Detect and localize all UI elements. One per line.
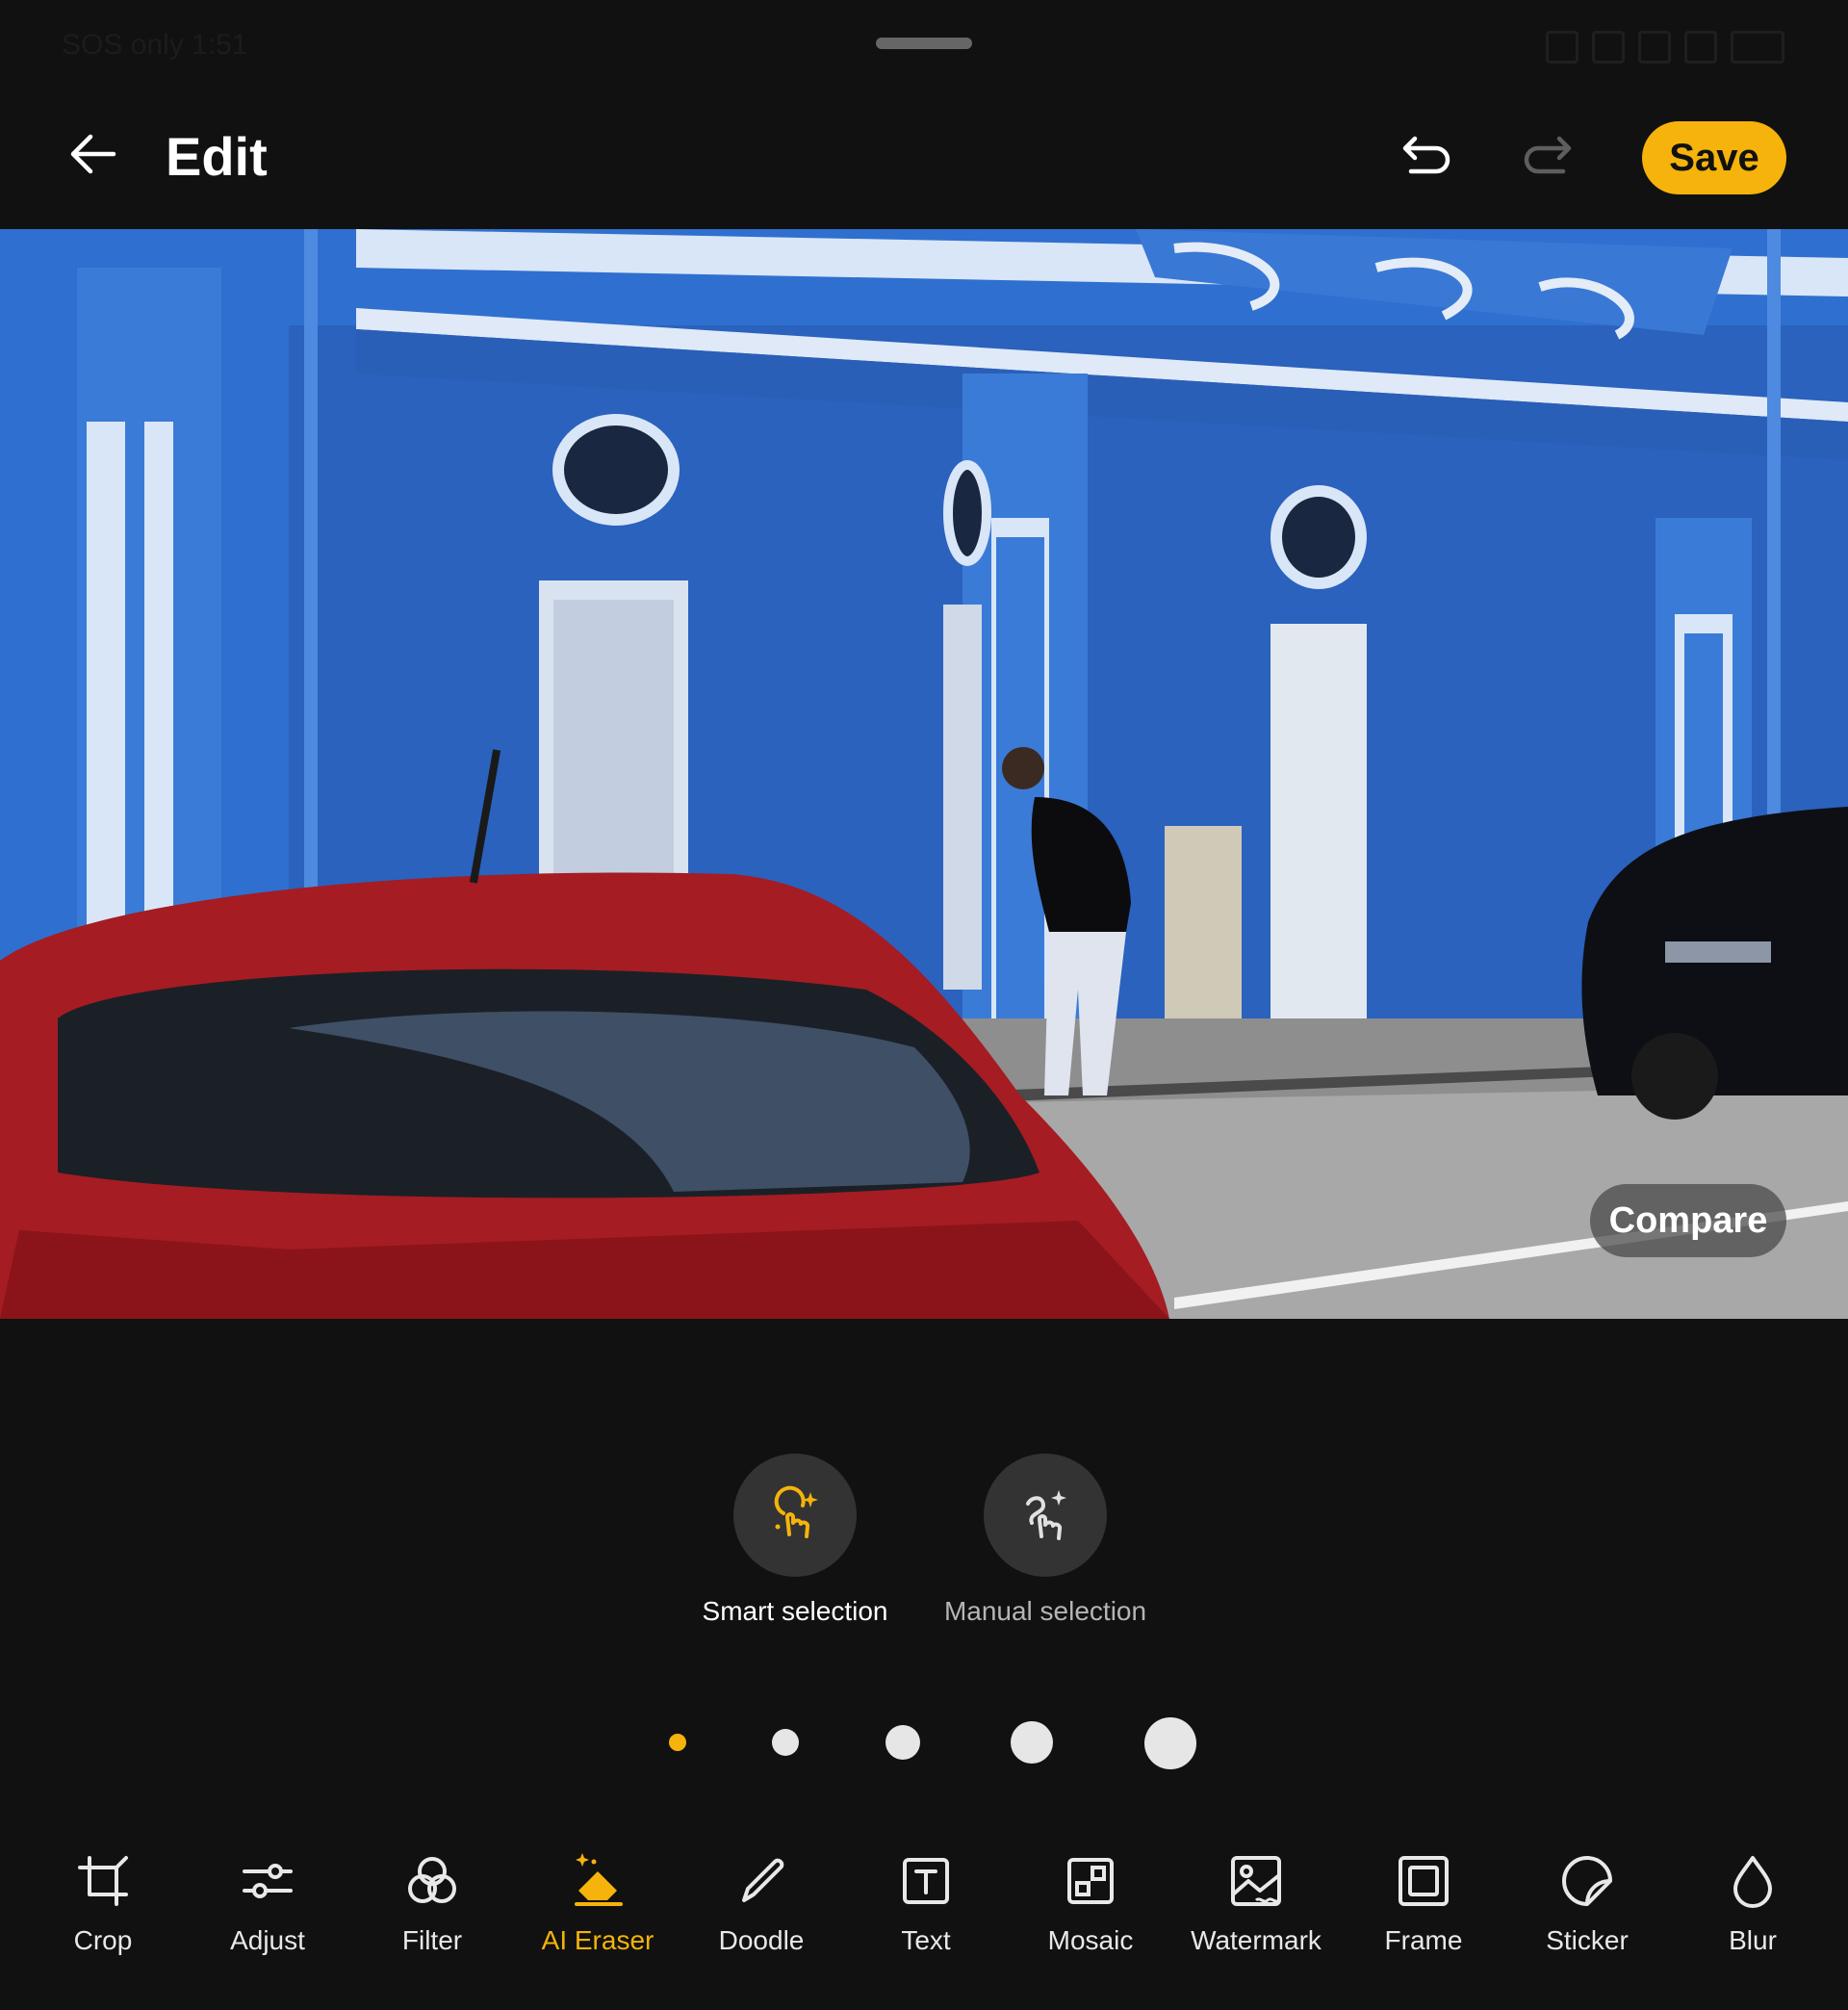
sim-icon [1684, 31, 1717, 64]
sticker-icon [1562, 1856, 1612, 1906]
tool-adjust[interactable]: Adjust [186, 1850, 349, 1956]
street-photo [0, 229, 1848, 1319]
redo-button[interactable] [1513, 125, 1582, 187]
save-button[interactable]: Save [1642, 121, 1786, 194]
arrow-left-icon [70, 134, 116, 174]
nfc-icon [1546, 31, 1578, 64]
manual-selection-icon [1026, 1490, 1066, 1540]
battery-icon [1731, 31, 1784, 64]
brush-size-4[interactable] [1011, 1721, 1053, 1764]
tool-crop[interactable]: Crop [21, 1850, 185, 1956]
watermark-icon [1231, 1856, 1281, 1906]
brush-size-1[interactable] [669, 1734, 686, 1751]
undo-button[interactable] [1392, 125, 1461, 187]
wifi-icon [1638, 31, 1671, 64]
editor-header: Edit Save [0, 96, 1848, 229]
tool-mosaic[interactable]: Mosaic [1009, 1850, 1172, 1956]
filter-icon [408, 1857, 456, 1903]
adjust-icon [243, 1864, 293, 1898]
undo-icon [1402, 136, 1450, 174]
status-left-text: SOS only 1:51 [62, 29, 248, 61]
manual-selection-button[interactable] [984, 1454, 1107, 1577]
brush-size-2[interactable] [772, 1729, 799, 1756]
tool-adjust-label: Adjust [230, 1925, 305, 1955]
status-icons [1546, 31, 1784, 64]
tool-sticker[interactable]: Sticker [1505, 1850, 1669, 1956]
tool-ai-eraser[interactable]: AI Eraser [516, 1850, 680, 1956]
drag-handle[interactable] [876, 38, 972, 49]
tool-frame[interactable]: Frame [1342, 1850, 1505, 1956]
back-button[interactable] [58, 119, 127, 189]
tool-watermark-label: Watermark [1191, 1925, 1322, 1955]
tool-mosaic-label: Mosaic [1047, 1925, 1134, 1955]
ai-eraser-icon [575, 1853, 623, 1906]
tool-crop-label: Crop [73, 1925, 133, 1955]
tool-sticker-label: Sticker [1546, 1925, 1629, 1955]
brush-size-3[interactable] [886, 1725, 920, 1760]
tool-doodle-label: Doodle [718, 1925, 805, 1955]
edit-toolbar: Crop Adjust Filter AI Eraser Doodle Text… [0, 1829, 1848, 1973]
crop-icon [78, 1856, 128, 1906]
tool-text-label: Text [901, 1925, 951, 1955]
frame-icon [1399, 1856, 1449, 1906]
mosaic-icon [1067, 1858, 1114, 1904]
page-title: Edit [166, 126, 268, 187]
tool-filter[interactable]: Filter [350, 1850, 514, 1956]
tool-frame-label: Frame [1384, 1925, 1463, 1955]
status-text: SOS only 1:51 [62, 29, 247, 62]
smart-selection-icon [774, 1485, 818, 1538]
manual-selection-label: Manual selection [943, 1596, 1147, 1626]
status-bar: SOS only 1:51 [0, 0, 1848, 96]
vibrate-icon [1592, 31, 1625, 64]
brush-size-5[interactable] [1144, 1717, 1196, 1769]
blur-icon [1733, 1856, 1772, 1908]
photo-canvas[interactable]: Compare [0, 229, 1848, 1319]
doodle-icon [742, 1858, 784, 1902]
smart-selection-mode[interactable]: Smart selection [670, 1454, 920, 1627]
smart-selection-button[interactable] [733, 1454, 857, 1577]
text-icon [903, 1858, 949, 1904]
tool-text[interactable]: Text [844, 1850, 1008, 1956]
compare-button[interactable]: Compare [1590, 1184, 1786, 1257]
tool-blur[interactable]: Blur [1671, 1850, 1835, 1956]
manual-selection-mode[interactable]: Manual selection [920, 1454, 1170, 1627]
tool-ai-eraser-label: AI Eraser [541, 1925, 654, 1955]
tool-blur-label: Blur [1729, 1925, 1777, 1955]
tool-watermark[interactable]: Watermark [1174, 1850, 1338, 1956]
redo-icon [1524, 136, 1572, 174]
tool-doodle[interactable]: Doodle [680, 1850, 843, 1956]
smart-selection-label: Smart selection [702, 1596, 888, 1626]
tool-filter-label: Filter [401, 1925, 463, 1955]
